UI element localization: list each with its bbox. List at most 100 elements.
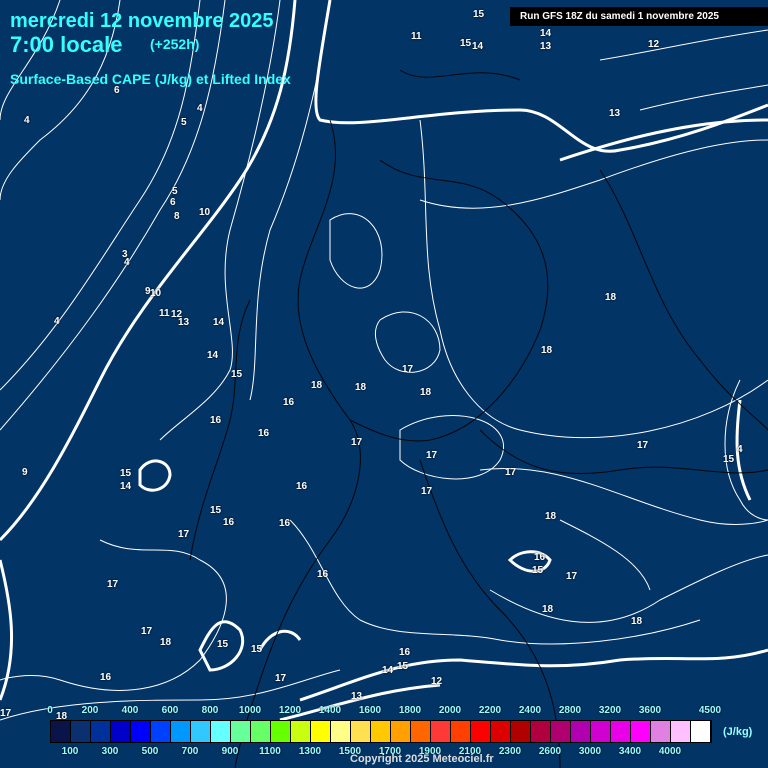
contour-label: 18 bbox=[311, 380, 323, 391]
colorbar-swatch bbox=[651, 721, 671, 742]
contour-label: 13 bbox=[178, 317, 190, 328]
colorbar-swatch bbox=[691, 721, 711, 742]
colorbar-swatch bbox=[231, 721, 251, 742]
contour-label: 8 bbox=[174, 211, 180, 222]
contour-label: 15 bbox=[251, 644, 263, 655]
contour-label: 17 bbox=[505, 467, 517, 478]
weather-map: 15 11 15 14 14 13 12 13 6 4 4 5 5 6 8 10 3 4 9 10 11 12 13 14 4 1… bbox=[0, 0, 768, 768]
colorbar-swatch bbox=[191, 721, 211, 742]
colorbar-top-label: 2200 bbox=[478, 705, 502, 716]
colorbar-top-label: 0 bbox=[47, 705, 53, 716]
contour-label: 15 bbox=[460, 38, 472, 49]
contour-label: 4 bbox=[24, 115, 30, 126]
colorbar-swatch bbox=[451, 721, 471, 742]
contour-label: 4 bbox=[54, 316, 60, 327]
colorbar-swatch bbox=[331, 721, 351, 742]
contour-label: 12 bbox=[431, 676, 443, 687]
contour-label: 4 bbox=[197, 103, 203, 114]
contour-label: 17 bbox=[178, 529, 190, 540]
contour-label: 15 bbox=[210, 505, 222, 516]
contour-label: 16 bbox=[534, 552, 546, 563]
colorbar-swatch bbox=[571, 721, 591, 742]
contour-label: 13 bbox=[540, 41, 552, 52]
forecast-lead: (+252h) bbox=[150, 36, 200, 52]
colorbar-bottom-label: 700 bbox=[181, 746, 199, 757]
colorbar-top-label: 1800 bbox=[398, 705, 422, 716]
contour-label: 17 bbox=[351, 437, 363, 448]
colorbar-top-label: 3200 bbox=[598, 705, 622, 716]
colorbar-bottom-label: 2600 bbox=[538, 746, 562, 757]
contour-label: 15 bbox=[120, 468, 132, 479]
contour-label: 4 bbox=[737, 444, 743, 455]
colorbar-swatch bbox=[551, 721, 571, 742]
contour-label: 17 bbox=[426, 450, 438, 461]
colorbar-top-label: 1000 bbox=[238, 705, 262, 716]
colorbar-top-label: 2800 bbox=[558, 705, 582, 716]
colorbar-top-label: 200 bbox=[81, 705, 99, 716]
contour-label: 15 bbox=[231, 369, 243, 380]
contour-label: 6 bbox=[170, 197, 176, 208]
contour-label: 14 bbox=[207, 350, 219, 361]
contour-label: 15 bbox=[532, 565, 544, 576]
colorbar-swatch bbox=[671, 721, 691, 742]
colorbar-unit: (J/kg) bbox=[723, 726, 753, 738]
contour-label: 9 bbox=[22, 467, 28, 478]
colorbar-swatch bbox=[631, 721, 651, 742]
colorbar-swatch bbox=[611, 721, 631, 742]
colorbar-bottom-label: 4000 bbox=[658, 746, 682, 757]
contour-label: 15 bbox=[217, 639, 229, 650]
contour-label: 17 bbox=[421, 486, 433, 497]
colorbar-swatch bbox=[71, 721, 91, 742]
contour-label: 16 bbox=[283, 397, 295, 408]
colorbar-bottom-label: 2300 bbox=[498, 746, 522, 757]
colorbar-bottom-label: 300 bbox=[101, 746, 119, 757]
contour-label: 10 bbox=[150, 288, 162, 299]
colorbar-swatch bbox=[371, 721, 391, 742]
contour-label: 16 bbox=[399, 647, 411, 658]
contour-label: 14 bbox=[382, 665, 394, 676]
contour-layer bbox=[0, 0, 768, 768]
colorbar-top-label: 400 bbox=[121, 705, 139, 716]
contour-label: 4 bbox=[124, 257, 130, 268]
contour-label: 14 bbox=[472, 41, 484, 52]
colorbar-bottom-label: 3000 bbox=[578, 746, 602, 757]
colorbar-swatch bbox=[471, 721, 491, 742]
colorbar-top-label: 600 bbox=[161, 705, 179, 716]
contour-label: 10 bbox=[199, 207, 211, 218]
contour-label: 14 bbox=[120, 481, 132, 492]
colorbar-bottom-label: 500 bbox=[141, 746, 159, 757]
colorbar-swatch bbox=[151, 721, 171, 742]
colorbar-swatch bbox=[391, 721, 411, 742]
colorbar-top-label: 3600 bbox=[638, 705, 662, 716]
colorbar-top-label: 800 bbox=[201, 705, 219, 716]
colorbar-bottom-label: 3400 bbox=[618, 746, 642, 757]
contour-label: 18 bbox=[542, 604, 554, 615]
contour-label: 17 bbox=[637, 440, 649, 451]
contour-label: 14 bbox=[213, 317, 225, 328]
cape-colorbar bbox=[50, 720, 712, 743]
colorbar-swatch bbox=[291, 721, 311, 742]
colorbar-top-label: 1400 bbox=[318, 705, 342, 716]
colorbar-bottom-label: 900 bbox=[221, 746, 239, 757]
colorbar-swatch bbox=[311, 721, 331, 742]
colorbar-swatch bbox=[431, 721, 451, 742]
contour-label: 18 bbox=[355, 382, 367, 393]
contour-label: 16 bbox=[258, 428, 270, 439]
colorbar-swatch bbox=[411, 721, 431, 742]
contour-label: 17 bbox=[141, 626, 153, 637]
contour-label: 17 bbox=[107, 579, 119, 590]
colorbar-top-label: 2400 bbox=[518, 705, 542, 716]
colorbar-top-label: 4500 bbox=[698, 705, 722, 716]
contour-label: 15 bbox=[723, 454, 735, 465]
contour-label: 16 bbox=[100, 672, 112, 683]
contour-label: 16 bbox=[317, 569, 329, 580]
colorbar-swatch bbox=[51, 721, 71, 742]
colorbar-swatch bbox=[111, 721, 131, 742]
run-info: Run GFS 18Z du samedi 1 novembre 2025 bbox=[510, 7, 768, 26]
contour-label: 11 bbox=[411, 31, 422, 42]
colorbar-swatch bbox=[91, 721, 111, 742]
colorbar-swatch bbox=[131, 721, 151, 742]
contour-label: 18 bbox=[631, 616, 643, 627]
contour-label: 18 bbox=[420, 387, 432, 398]
colorbar-bottom-label: 1100 bbox=[259, 746, 281, 757]
